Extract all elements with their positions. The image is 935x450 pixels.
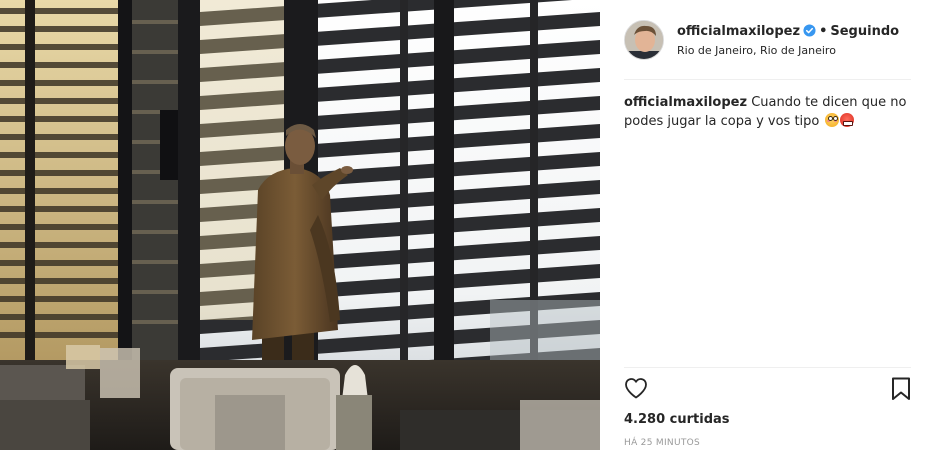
post-timestamp[interactable]: HÁ 25 MINUTOS [624,438,700,448]
flushed-face-emoji [824,113,839,127]
photo-scene [0,0,600,450]
caption-username[interactable]: officialmaxilopez [624,95,747,110]
post-photo[interactable] [0,0,600,450]
avatar[interactable] [624,20,664,60]
header-user-line: officialmaxilopez • Seguindo [677,24,899,39]
likes-count[interactable]: 4.280 curtidas [624,412,730,427]
follow-status-button[interactable]: Seguindo [830,24,899,39]
post-header: officialmaxilopez • Seguindo Rio de Janeir… [624,20,911,80]
separator-dot: • [819,24,828,39]
heart-icon[interactable] [624,377,648,399]
avatar-image [625,21,663,59]
angry-face-emoji [839,113,854,127]
post-footer: 4.280 curtidas HÁ 25 MINUTOS [624,367,911,450]
location-link[interactable]: Rio de Janeiro, Rio de Janeiro [677,44,836,57]
verified-badge-icon [803,24,816,37]
bookmark-icon[interactable] [891,377,911,401]
header-username[interactable]: officialmaxilopez [677,24,800,39]
post-side-panel: officialmaxilopez • Seguindo Rio de Janeir… [600,0,935,450]
caption: officialmaxilopez Cuando te dicen que no… [624,93,911,131]
